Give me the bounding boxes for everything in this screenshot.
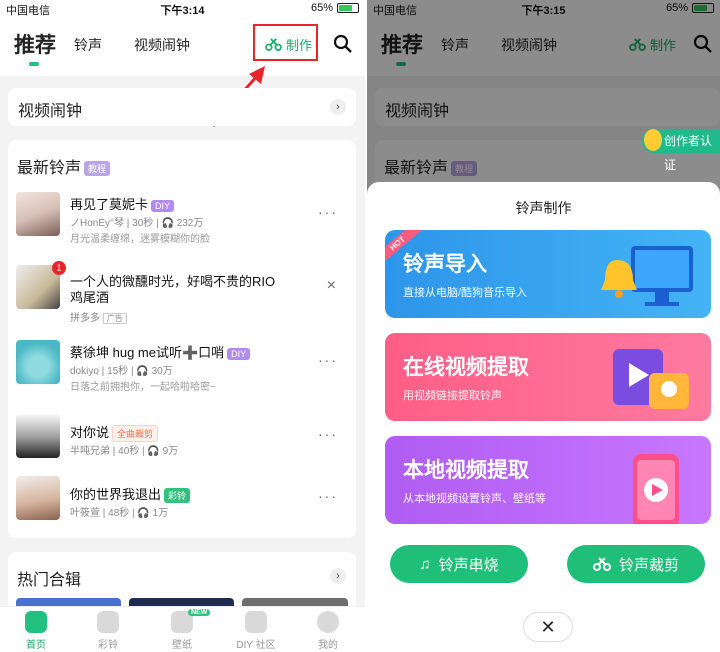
notification-count-badge: 1 xyxy=(52,261,66,275)
ringtone-medley-button[interactable]: ♫ 铃声串烧 xyxy=(390,545,528,583)
diy-badge: DIY xyxy=(227,347,251,360)
feature-title: 本地视频提取 xyxy=(403,459,529,482)
feature-subtitle: 直接从电脑/酷狗音乐导入 xyxy=(403,287,528,299)
feature-title: 铃声导入 xyxy=(403,253,487,276)
lightbulb-icon xyxy=(644,129,662,151)
more-options-icon[interactable]: ··· xyxy=(318,426,338,442)
list-item-ad[interactable]: 1 一个人的微醺时光，好喝不贵的RIO 鸡尾酒 拼多多 广告 × xyxy=(16,261,346,327)
song-title: 你的世界我退出 xyxy=(70,487,162,502)
latest-section-title: 最新铃声 教程 xyxy=(17,154,111,178)
song-author: ノHonEy°琴 xyxy=(70,218,125,229)
more-options-icon[interactable]: ··· xyxy=(318,352,338,368)
feature-subtitle: 从本地视频设置铃声、壁纸等 xyxy=(403,493,546,505)
import-ringtone-card[interactable]: HOT 铃声导入 直接从电脑/酷狗音乐导入 xyxy=(385,230,711,318)
chevron-right-icon: › xyxy=(330,99,346,115)
video-alarm-title: 视频闹钟 xyxy=(18,103,83,120)
creator-cert-banner[interactable]: 创作者认证 xyxy=(642,129,720,172)
hot-collections-title: 热门合辑 xyxy=(17,572,82,589)
feature-title: 在线视频提取 xyxy=(403,356,529,379)
video-camera-icon xyxy=(613,349,689,409)
close-icon[interactable]: × xyxy=(327,277,338,295)
song-author: 叶筱萱 xyxy=(70,508,100,519)
color-ring-badge: 彩铃 xyxy=(164,488,191,504)
online-video-extract-card[interactable]: 在线视频提取 用视频链接提取铃声 xyxy=(385,333,711,421)
song-title: 再见了莫妮卡 xyxy=(70,197,149,212)
music-note-icon xyxy=(97,611,119,633)
song-desc: 月光温柔缠绵，迷雾模糊你的脸 xyxy=(70,234,210,245)
search-icon[interactable] xyxy=(333,34,353,54)
nav-diy-community[interactable]: DIY 社区 xyxy=(226,611,286,651)
sheet-title: 铃声制作 xyxy=(515,200,572,216)
computer-bell-icon xyxy=(601,246,693,306)
battery-percent: 65% xyxy=(310,2,333,14)
nav-mine[interactable]: 我的 xyxy=(298,611,358,651)
video-alarm-card[interactable]: 视频闹钟 › xyxy=(8,88,356,126)
status-bar: 中国电信 下午3:14 65% xyxy=(0,0,365,18)
make-sheet-screen: 中国电信 下午3:15 65% 推荐 铃声 视频闹钟 制作 视频闹钟 最新铃声教… xyxy=(367,0,720,652)
home-icon xyxy=(25,611,47,633)
list-item[interactable]: 再见了莫妮卡 DIY ノHonEy°琴 | 30秒 | 🎧 232万 月光温柔缠绵… xyxy=(16,192,346,254)
song-title: 蔡徐坤 hug me试听➕口哨 xyxy=(70,345,225,360)
bottom-nav: 首页 彩铃 壁纸 NEW DIY 社区 我的 xyxy=(0,606,365,652)
chevron-right-icon[interactable]: › xyxy=(330,568,346,584)
song-cover xyxy=(16,476,60,520)
new-badge: NEW xyxy=(188,609,211,616)
tab-video-alarm[interactable]: 视频闹钟 xyxy=(134,35,190,55)
local-video-extract-card[interactable]: 本地视频提取 从本地视频设置铃声、壁纸等 xyxy=(385,436,711,524)
ringtone-cut-button[interactable]: 铃声裁剪 xyxy=(567,545,705,583)
song-author: dokiyo xyxy=(70,366,99,377)
more-options-icon[interactable]: ··· xyxy=(318,488,338,504)
battery-icon xyxy=(337,3,359,13)
scissors-icon xyxy=(592,557,611,571)
phone-play-icon xyxy=(633,454,679,524)
nav-home[interactable]: 首页 xyxy=(6,611,66,651)
nav-color-ring[interactable]: 彩铃 xyxy=(78,611,138,651)
song-cover xyxy=(16,340,60,384)
song-title: 对你说 xyxy=(70,425,110,440)
ad-title-line2: 鸡尾酒 xyxy=(70,290,110,305)
song-desc: 日落之前拥抱你，一起哈啦哈密~ xyxy=(70,382,216,393)
feature-subtitle: 用视频链接提取铃声 xyxy=(403,390,502,402)
song-cover xyxy=(16,414,60,458)
tab-recommend[interactable]: 推荐 xyxy=(14,29,56,59)
planet-icon xyxy=(245,611,267,633)
highlight-box xyxy=(253,24,318,61)
list-item[interactable]: 蔡徐坤 hug me试听➕口哨 DIY dokiyo | 15秒 | 🎧 30万 … xyxy=(16,340,346,402)
home-screen: 中国电信 下午3:14 65% 推荐 铃声 视频闹钟 制作 视频闹钟 › 最新铃… xyxy=(0,0,365,652)
ad-label: 广告 xyxy=(102,313,127,324)
tab-ringtone[interactable]: 铃声 xyxy=(74,35,102,55)
profile-icon xyxy=(317,611,339,633)
more-options-icon[interactable]: ··· xyxy=(318,204,338,220)
list-item[interactable]: 你的世界我退出 彩铃 叶筱萱 | 48秒 | 🎧 1万 ··· xyxy=(16,476,346,538)
list-item[interactable]: 对你说 全曲裁剪 半吨兄弟 | 40秒 | 🎧 9万 ··· xyxy=(16,414,346,476)
diy-badge: DIY xyxy=(151,199,175,212)
full-cut-badge: 全曲裁剪 xyxy=(112,425,159,443)
tab-indicator xyxy=(29,62,39,66)
ad-author: 拼多多 xyxy=(70,313,100,324)
nav-wallpaper[interactable]: 壁纸 NEW xyxy=(152,609,212,651)
close-button[interactable]: ✕ xyxy=(523,612,573,642)
song-cover xyxy=(16,192,60,236)
song-author: 半吨兄弟 xyxy=(70,446,110,457)
music-note-icon: ♫ xyxy=(419,555,431,573)
tutorial-badge[interactable]: 教程 xyxy=(84,161,111,177)
